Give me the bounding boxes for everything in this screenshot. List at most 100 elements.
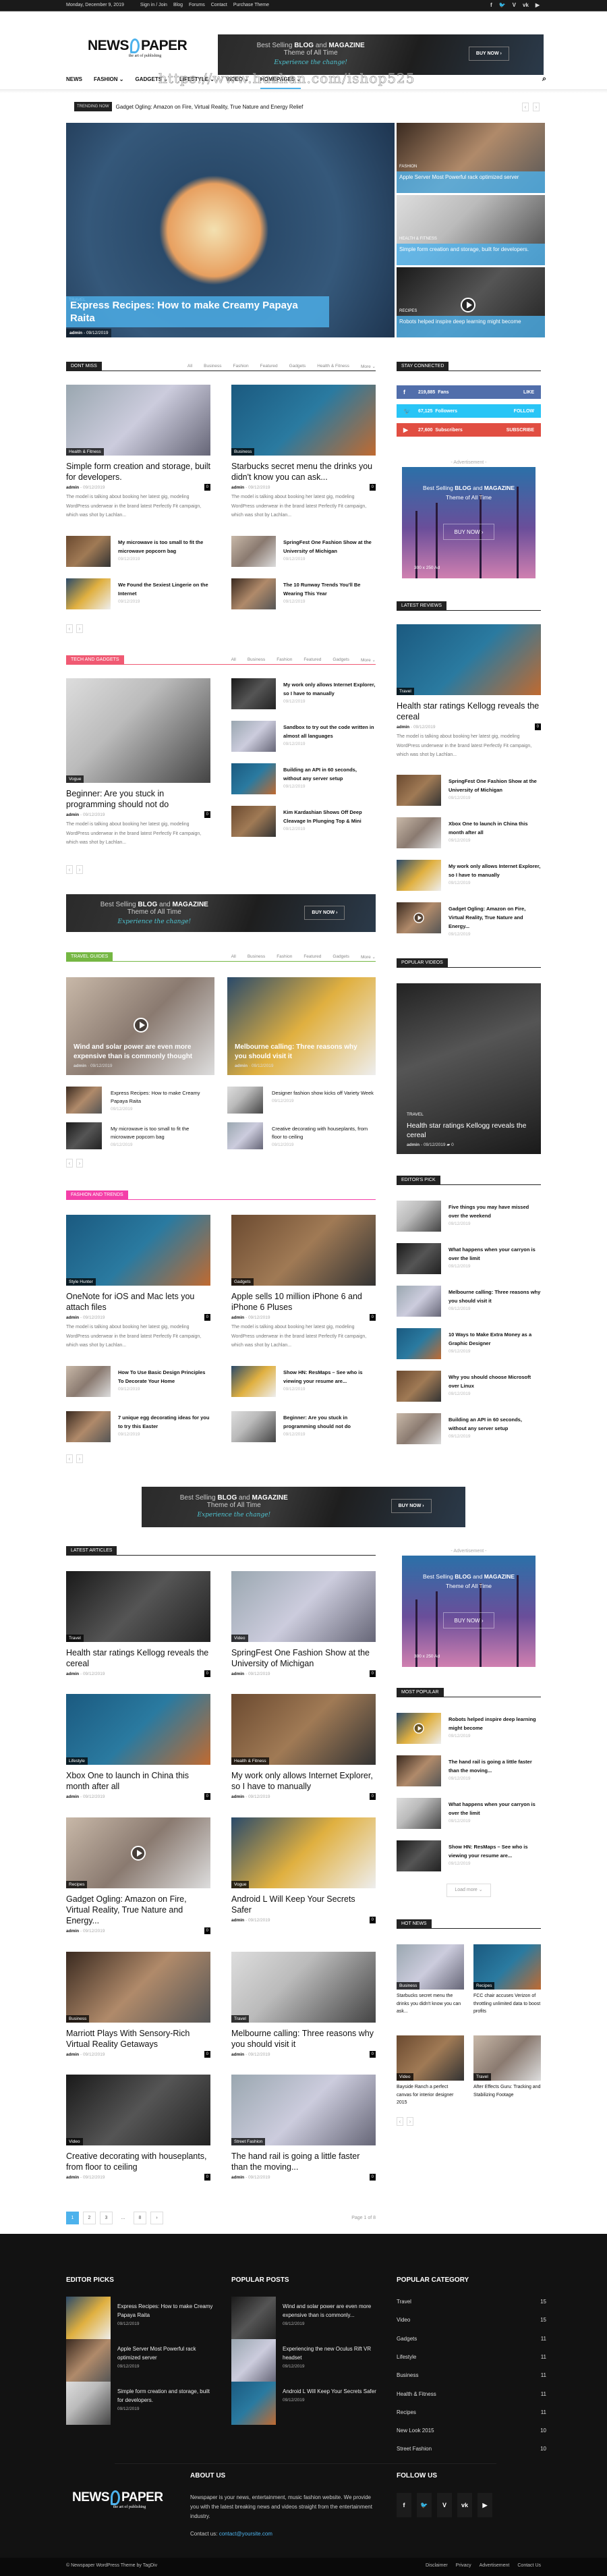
nav-item[interactable]: GADGETS ⌄ (135, 76, 167, 82)
post-title[interactable]: Health star ratings Kellogg reveals the … (397, 701, 541, 722)
post-title[interactable]: Sandbox to try out the code written in a… (283, 723, 376, 740)
filter-tab[interactable]: Gadgets (289, 364, 306, 369)
author-link[interactable]: admin (66, 2052, 79, 2057)
list-item[interactable]: Melbourne calling: Three reasons why you… (397, 1286, 541, 1317)
nav-item[interactable]: NEWS (66, 76, 82, 82)
thumbnail[interactable] (397, 1201, 441, 1232)
author-link[interactable]: admin (231, 1918, 244, 1923)
post-image[interactable]: Vogue (66, 678, 210, 783)
filter-tab[interactable]: All (231, 657, 236, 663)
facebook-icon[interactable]: f (397, 2493, 411, 2517)
vk-icon[interactable]: vk (523, 2, 529, 8)
category-tag[interactable]: Vogue (66, 775, 84, 783)
thumbnail[interactable] (66, 578, 111, 609)
comment-count[interactable]: 0 (204, 484, 210, 491)
list-item[interactable]: The hand rail is going a little faster t… (397, 1755, 541, 1786)
footer-post[interactable]: Express Recipes: How to make Creamy Papa… (66, 2297, 214, 2340)
list-item[interactable]: 10 Ways to Make Extra Money as a Graphic… (397, 1328, 541, 1359)
list-item[interactable]: Five things you may have missed over the… (397, 1201, 541, 1232)
thumbnail[interactable] (66, 536, 111, 567)
post-title[interactable]: The 10 Runway Trends You'll Be Wearing T… (283, 580, 376, 598)
page-button[interactable]: ... (117, 2212, 129, 2224)
list-item[interactable]: Why you should choose Microsoft over Lin… (397, 1371, 541, 1402)
nav-item[interactable]: HOMEPAGES ⌄ (260, 70, 301, 89)
filter-tab[interactable]: Fashion (233, 364, 249, 369)
post-title[interactable]: Melbourne calling: Three reasons why you… (231, 2028, 376, 2050)
footer-link[interactable]: Disclaimer (426, 2563, 448, 2568)
category-tag[interactable]: Recipes (66, 1881, 88, 1888)
next-page-button[interactable]: › (76, 624, 83, 633)
post-title[interactable]: What happens when your carryon is over t… (449, 1800, 541, 1817)
twitter-icon[interactable]: 🐦 (499, 2, 506, 8)
post-title[interactable]: The hand rail is going a little faster t… (231, 2151, 376, 2172)
page-button[interactable]: › (150, 2212, 163, 2224)
list-item[interactable]: How To Use Basic Design Principles To De… (66, 1366, 210, 1397)
list-item[interactable]: Gadget Ogling: Amazon on Fire, Virtual R… (397, 902, 541, 937)
youtube-icon[interactable]: ▶ (478, 2493, 492, 2517)
comment-count[interactable]: 0 (369, 1314, 376, 1321)
thumbnail[interactable] (397, 1328, 441, 1359)
category-tag[interactable]: Gadgets (231, 1278, 254, 1286)
comment-count[interactable]: 0 (204, 1927, 210, 1934)
post-title[interactable]: Starbucks secret menu the drinks you did… (231, 461, 376, 483)
post-image[interactable]: Gadgets (231, 1215, 376, 1286)
list-item[interactable]: Creative decorating with houseplants, fr… (227, 1122, 376, 1149)
thumbnail[interactable] (397, 1798, 441, 1829)
list-item[interactable]: My microwave is too small to fit the mic… (66, 1122, 214, 1149)
footer-link[interactable]: Contact Us (517, 2563, 541, 2568)
thumbnail[interactable] (231, 806, 276, 837)
list-item[interactable]: Beginner: Are you stuck in programming s… (231, 1411, 376, 1442)
post-image[interactable]: Travel (397, 624, 541, 695)
author-link[interactable]: admin (66, 1315, 79, 1320)
list-item[interactable]: What happens when your carryon is over t… (397, 1243, 541, 1274)
featured-post[interactable]: Wind and solar power are even more expen… (66, 977, 214, 1075)
nav-item[interactable]: FASHION ⌄ (94, 76, 123, 82)
post-image[interactable]: Business (231, 385, 376, 456)
thumbnail[interactable] (66, 1411, 111, 1442)
sidebar-ad[interactable]: Best Selling BLOG and MAGAZINE Theme of A… (402, 1556, 536, 1667)
thumbnail[interactable] (397, 775, 441, 806)
post-title[interactable]: Building an API in 60 seconds, without a… (283, 765, 376, 783)
footer-post[interactable]: Wind and solar power are even more expen… (231, 2297, 380, 2340)
post-title[interactable]: SpringFest One Fashion Show at the Unive… (283, 538, 376, 555)
hot-news-item[interactable]: Recipes FCC chair accuses Verizon of thro… (473, 1944, 541, 2016)
post-title[interactable]: Creative decorating with houseplants, fr… (66, 2151, 210, 2172)
comment-count[interactable]: 0 (204, 2174, 210, 2181)
prev-page-button[interactable]: ‹ (397, 2117, 403, 2126)
list-item[interactable]: Express Recipes: How to make Creamy Papa… (66, 1087, 214, 1114)
list-item[interactable]: Building an API in 60 seconds, without a… (231, 763, 376, 794)
list-item[interactable]: Sandbox to try out the code written in a… (231, 721, 376, 752)
post-title[interactable]: Health star ratings Kellogg reveals the … (66, 1647, 210, 1669)
thumbnail[interactable] (397, 817, 441, 848)
post-title[interactable]: Beginner: Are you stuck in programming s… (283, 1413, 376, 1431)
post-title[interactable]: Marriott Plays With Sensory-Rich Virtual… (66, 2028, 210, 2050)
post-title[interactable]: Beginner: Are you stuck in programming s… (66, 788, 210, 810)
prev-button[interactable]: ‹ (522, 102, 529, 111)
contact-email-link[interactable]: contact@yoursite.com (219, 2531, 272, 2537)
filter-tab[interactable]: Featured (260, 364, 278, 369)
social-action[interactable]: SUBSCRIBE (507, 428, 534, 433)
post-title[interactable]: SpringFest One Fashion Show at the Unive… (449, 777, 541, 794)
post-title[interactable]: OneNote for iOS and Mac lets you attach … (66, 1291, 210, 1313)
thumbnail[interactable] (231, 678, 276, 709)
buy-now-button[interactable]: BUY NOW › (391, 1499, 432, 1513)
logo[interactable]: NEWS PAPER (88, 38, 202, 54)
post-title[interactable]: 7 unique egg decorating ideas for you to… (118, 1413, 210, 1431)
comment-count[interactable]: 0 (204, 1670, 210, 1677)
hero-side-post[interactable]: HEALTH & FITNESS Simple form creation an… (397, 195, 545, 265)
author-link[interactable]: admin (231, 2052, 244, 2057)
list-item[interactable]: We Found the Sexiest Lingerie on the Int… (66, 578, 210, 609)
post-image[interactable]: Travel (231, 1952, 376, 2023)
twitter-icon[interactable]: 🐦 (417, 2493, 432, 2517)
filter-tab[interactable]: Gadgets (333, 657, 349, 663)
search-icon[interactable]: ⌕ (542, 75, 546, 84)
next-page-button[interactable]: › (76, 1454, 83, 1463)
top-link[interactable]: Forums (189, 3, 205, 7)
next-page-button[interactable]: › (76, 865, 83, 874)
next-page-button[interactable]: › (76, 1159, 83, 1168)
list-item[interactable]: 7 unique egg decorating ideas for you to… (66, 1411, 210, 1442)
comment-count[interactable]: 0 (204, 1314, 210, 1321)
filter-tab[interactable]: Featured (304, 954, 321, 960)
list-item[interactable]: My work only allows Internet Explorer, s… (231, 678, 376, 709)
filter-tab[interactable]: Business (248, 954, 265, 960)
